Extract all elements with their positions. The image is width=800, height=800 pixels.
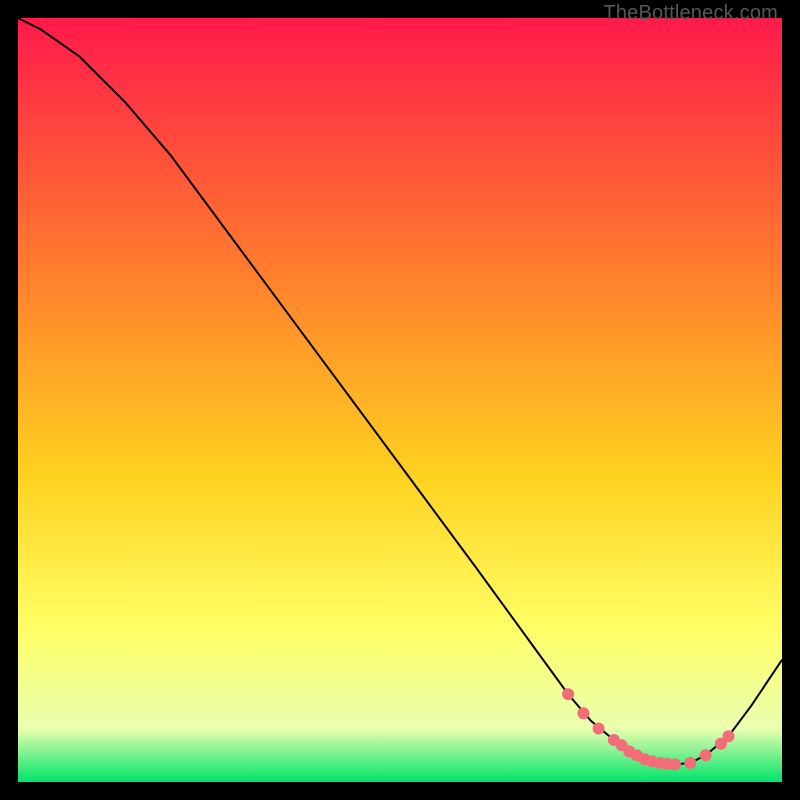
marker-dot: [577, 707, 589, 719]
bottleneck-chart: [18, 18, 782, 782]
marker-dot: [669, 758, 681, 770]
gradient-background: [18, 18, 782, 782]
marker-dot: [593, 723, 605, 735]
chart-frame: [18, 18, 782, 782]
marker-dot: [684, 757, 696, 769]
watermark-text: TheBottleneck.com: [603, 2, 778, 25]
marker-dot: [723, 730, 735, 742]
marker-dot: [700, 749, 712, 761]
marker-dot: [562, 688, 574, 700]
